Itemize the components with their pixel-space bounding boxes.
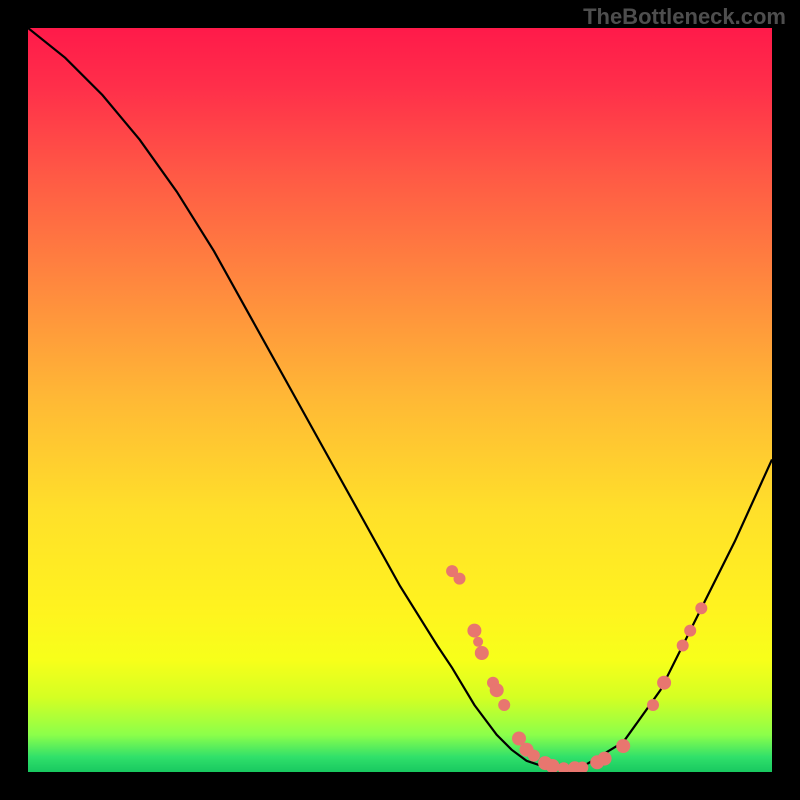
curve-marker — [528, 750, 540, 762]
curve-marker — [473, 637, 483, 647]
curve-markers — [446, 565, 707, 772]
curve-marker — [677, 640, 689, 652]
curve-marker — [684, 625, 696, 637]
chart-svg — [28, 28, 772, 772]
curve-marker — [454, 573, 466, 585]
curve-marker — [616, 739, 630, 753]
watermark-text: TheBottleneck.com — [583, 4, 786, 30]
curve-marker — [490, 683, 504, 697]
chart-plot-area — [28, 28, 772, 772]
curve-marker — [598, 752, 612, 766]
curve-marker — [657, 676, 671, 690]
curve-marker — [498, 699, 510, 711]
curve-marker — [647, 699, 659, 711]
curve-marker — [467, 624, 481, 638]
bottleneck-curve — [28, 28, 772, 768]
curve-marker — [695, 602, 707, 614]
curve-marker — [475, 646, 489, 660]
